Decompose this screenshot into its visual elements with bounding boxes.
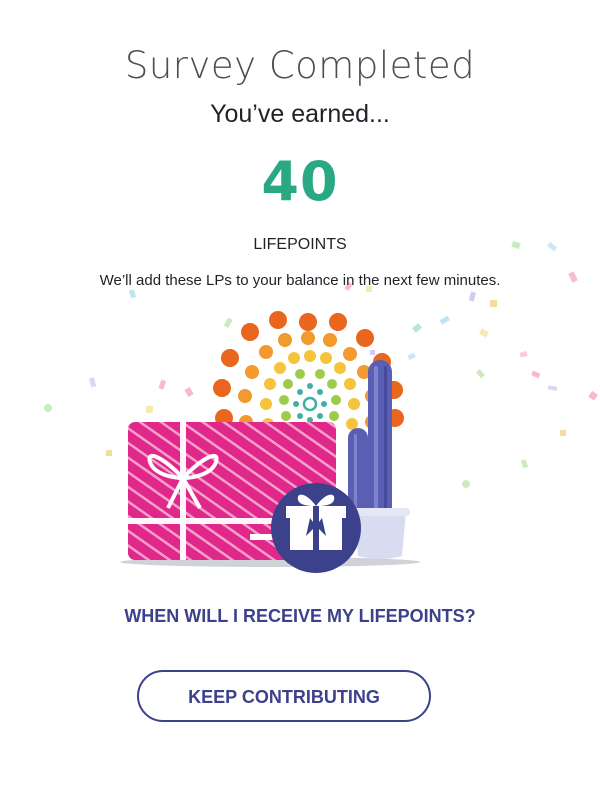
reward-illustration [120, 311, 420, 573]
page-title: Survey Completed [124, 44, 476, 87]
gift-box-icon [271, 483, 361, 573]
balance-note: We’ll add these LPs to your balance in t… [99, 272, 501, 289]
earned-text: You’ve earned... [210, 100, 390, 128]
points-value: 40 [261, 150, 339, 213]
points-unit-label: LIFEPOINTS [253, 236, 347, 253]
receive-lifepoints-link[interactable]: WHEN WILL I RECEIVE MY LIFEPOINTS? [0, 606, 600, 627]
keep-contributing-button[interactable]: KEEP CONTRIBUTING [137, 670, 431, 722]
